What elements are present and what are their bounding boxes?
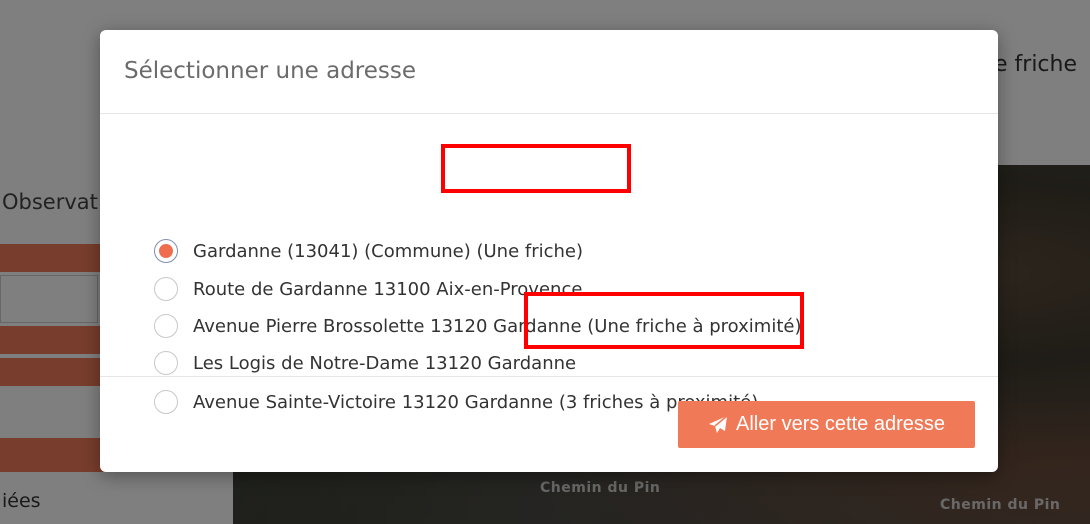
address-option[interactable]: Les Logis de Notre-Dame 13120 Gardanne xyxy=(154,348,576,378)
radio-button[interactable] xyxy=(154,351,178,375)
modal-footer: Aller vers cette adresse xyxy=(100,377,998,472)
address-option[interactable]: Gardanne (13041) (Commune) (Une friche) xyxy=(154,236,583,266)
address-option[interactable]: Route de Gardanne 13100 Aix-en-Provence xyxy=(154,274,582,304)
radio-button[interactable] xyxy=(154,277,178,301)
modal-title: Sélectionner une adresse xyxy=(124,58,417,84)
radio-button[interactable] xyxy=(154,239,178,263)
annotation-highlight-box xyxy=(441,144,631,193)
radio-selected-dot xyxy=(159,244,173,258)
annotation-highlight-box xyxy=(524,292,804,349)
radio-button[interactable] xyxy=(154,314,178,338)
address-option-label[interactable]: Gardanne (13041) (Commune) (Une friche) xyxy=(193,241,583,262)
go-to-address-button[interactable]: Aller vers cette adresse xyxy=(678,401,975,448)
address-option-label[interactable]: Les Logis de Notre-Dame 13120 Gardanne xyxy=(193,353,576,374)
address-select-modal: Sélectionner une adresse Gardanne (13041… xyxy=(100,30,998,472)
paper-plane-icon xyxy=(708,414,728,435)
modal-header: Sélectionner une adresse xyxy=(100,30,998,114)
go-button-label: Aller vers cette adresse xyxy=(736,413,945,435)
